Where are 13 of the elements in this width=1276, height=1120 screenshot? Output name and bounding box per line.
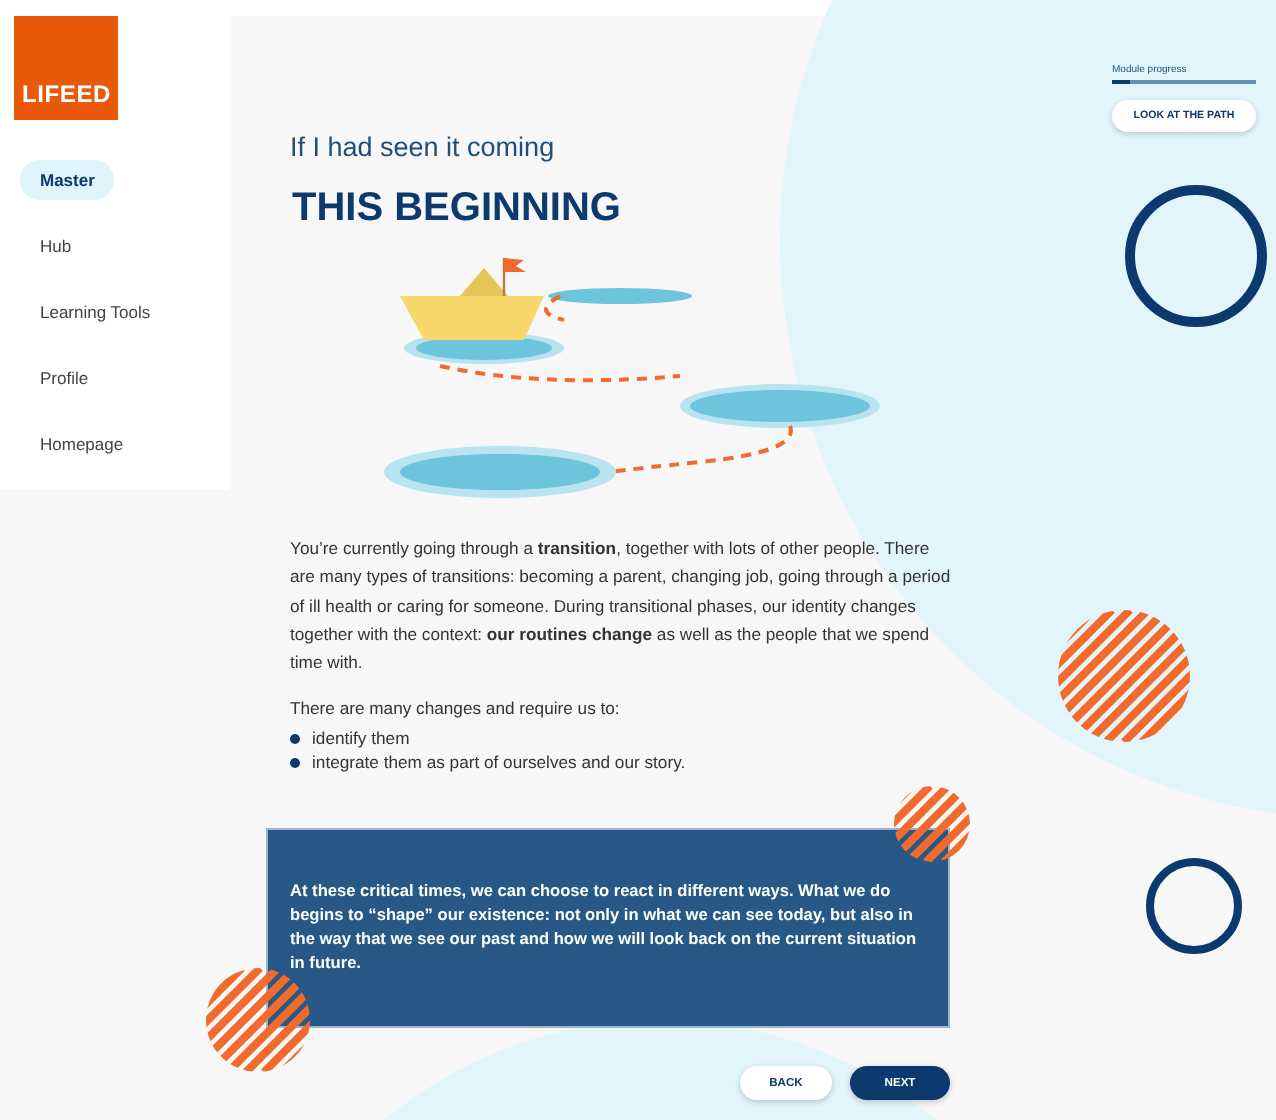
list-intro: There are many changes and require us to: xyxy=(290,698,622,719)
list-item: identify them xyxy=(312,728,410,749)
nav-item[interactable]: Learning Tools xyxy=(20,292,171,332)
callout-box: At these critical times, we can choose to react in different ways. What we do begins to “shape” our existence: not only in what we can see today, but also in the way that we see our past and how we will look back on the current situation in future. xyxy=(266,828,950,1029)
nav-item[interactable]: Profile xyxy=(20,358,109,398)
nav-item[interactable]: Master xyxy=(20,160,115,200)
intro-paragraph: You’re currently going through a transition, together with lots of other people. There are many types of transitions: becoming a parent, changing job, going through a period of ill health or caring for someone. During transitional phases, our identity changes together with the context: our routines change as well as the people that we spend time with. xyxy=(290,536,953,677)
logo[interactable]: LIFEED xyxy=(14,16,118,120)
nav-item[interactable]: Hub xyxy=(20,226,92,266)
list-item: integrate them as part of ourselves and our story. xyxy=(312,752,686,773)
nav-item[interactable]: Homepage xyxy=(20,424,144,464)
lesson-title: THIS BEGINNING xyxy=(292,186,623,232)
lesson-heading: If I had seen it coming xyxy=(290,132,557,162)
